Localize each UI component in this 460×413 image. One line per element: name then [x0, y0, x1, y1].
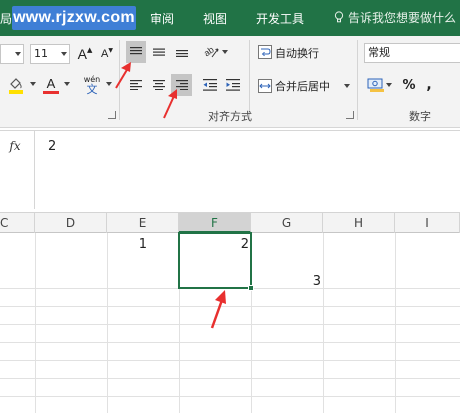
site-watermark: www.rjzxw.com	[12, 6, 136, 30]
font-dialog-launcher[interactable]	[108, 111, 116, 119]
column-header-d[interactable]: D	[35, 213, 107, 233]
gridline	[395, 233, 396, 413]
number-format-combo[interactable]: 常规	[364, 43, 460, 63]
chevron-down-icon[interactable]	[64, 82, 70, 86]
cell-g2[interactable]: 3	[251, 274, 321, 289]
column-header-g[interactable]: G	[251, 213, 323, 233]
grow-font-button[interactable]: A ▲	[76, 44, 94, 64]
column-header-e[interactable]: E	[107, 213, 179, 233]
shrink-font-label: A	[101, 48, 109, 60]
merge-center-icon-wrap[interactable]	[256, 76, 274, 96]
accounting-format-button[interactable]	[364, 74, 394, 96]
top-align-icon	[130, 47, 142, 55]
column-header-h[interactable]: H	[323, 213, 395, 233]
group-separator	[119, 40, 120, 120]
merge-center-button[interactable]: 合并后居中	[275, 78, 330, 94]
tab-page-layout-partial[interactable]: 局	[0, 10, 12, 27]
comma-style-button[interactable]: ,	[422, 74, 436, 96]
chevron-down-icon	[385, 83, 392, 87]
align-center-button[interactable]	[149, 74, 169, 96]
active-cell-selection[interactable]	[178, 232, 252, 289]
middle-align-icon	[153, 48, 165, 56]
caret-down-icon: ▼	[108, 46, 113, 54]
group-separator	[357, 40, 358, 120]
gridline	[35, 233, 36, 413]
fill-color-button[interactable]	[4, 74, 28, 96]
currency-icon	[367, 78, 384, 92]
chevron-down-icon[interactable]	[344, 84, 350, 88]
caret-up-icon: ▲	[86, 46, 93, 54]
increase-indent-icon	[226, 79, 240, 91]
merge-center-icon	[258, 79, 272, 93]
gridline	[0, 378, 460, 379]
align-right-button[interactable]	[171, 74, 192, 96]
wrap-text-button[interactable]: 自动换行	[275, 45, 319, 61]
align-right-icon	[175, 80, 188, 90]
increase-indent-button[interactable]	[223, 74, 243, 96]
tab-view[interactable]: 视图	[203, 10, 227, 27]
worksheet-grid[interactable]: C D E F G H I 1 2 3	[0, 212, 460, 413]
phonetic-bottom: 文	[86, 82, 98, 96]
grow-font-label: A	[77, 46, 87, 62]
column-header-c[interactable]: C	[0, 213, 35, 233]
formula-bar-divider	[34, 131, 35, 209]
column-header-row: C D E F G H I	[0, 213, 460, 233]
chevron-down-icon[interactable]	[106, 82, 112, 86]
top-align-button[interactable]	[126, 41, 146, 63]
column-header-i[interactable]: I	[395, 213, 460, 233]
paint-bucket-icon	[9, 78, 23, 94]
font-name-combo[interactable]	[0, 44, 24, 64]
font-color-label: A	[46, 75, 56, 91]
orientation-button[interactable]: ab	[200, 41, 230, 63]
number-format-value: 常规	[368, 46, 390, 59]
formula-bar: fx 2	[0, 130, 460, 209]
svg-text:ab: ab	[202, 44, 216, 58]
phonetic-guide-button[interactable]: wén 文	[80, 72, 104, 98]
middle-align-button[interactable]	[149, 41, 169, 63]
alignment-dialog-launcher[interactable]	[346, 111, 354, 119]
align-left-icon	[130, 80, 142, 90]
gridline	[0, 396, 460, 397]
formula-input[interactable]: 2	[48, 139, 56, 154]
tell-me-search[interactable]: 告诉我您想要做什么	[348, 9, 456, 26]
bottom-align-button[interactable]	[172, 41, 192, 63]
percent-style-button[interactable]: %	[400, 74, 418, 96]
shrink-font-button[interactable]: A ▼	[98, 44, 116, 64]
decrease-indent-icon	[203, 79, 217, 91]
wrap-text-icon	[258, 45, 272, 59]
gridline	[0, 360, 460, 361]
ribbon-tab-bar: 局 www.rjzxw.com 审阅 视图 开发工具 告诉我您想要做什么	[0, 0, 460, 36]
ribbon-home: 11 A ▲ A ▼ A wén 文 ab 自动换行 合并后居中 对齐方式 常规…	[0, 36, 460, 128]
gridline	[107, 233, 108, 413]
decrease-indent-button[interactable]	[200, 74, 220, 96]
comma-label: ,	[426, 77, 432, 93]
align-center-icon	[153, 80, 165, 90]
tab-developer[interactable]: 开发工具	[256, 10, 304, 27]
gridline	[0, 342, 460, 343]
column-header-f[interactable]: F	[179, 213, 251, 233]
wrap-text-icon-wrap[interactable]	[256, 42, 274, 62]
align-left-button[interactable]	[126, 74, 146, 96]
font-color-swatch	[43, 90, 59, 94]
font-size-combo[interactable]: 11	[30, 44, 70, 64]
percent-label: %	[402, 77, 416, 93]
font-size-value: 11	[34, 47, 48, 60]
number-group-label: 数字	[409, 110, 431, 123]
gridline	[0, 306, 460, 307]
chevron-down-icon[interactable]	[30, 82, 36, 86]
gridline	[0, 324, 460, 325]
font-color-button[interactable]: A	[40, 74, 62, 96]
cell-e1[interactable]: 1	[107, 237, 147, 252]
lightbulb-icon	[334, 11, 344, 23]
insert-function-button[interactable]: fx	[0, 135, 30, 157]
chevron-down-icon	[15, 52, 21, 56]
text-orientation-icon: ab	[202, 44, 219, 58]
alignment-group-label: 对齐方式	[208, 110, 252, 123]
tab-review[interactable]: 审阅	[150, 10, 174, 27]
bottom-align-icon	[176, 50, 188, 57]
chevron-down-icon	[61, 52, 67, 56]
gridline	[323, 233, 324, 413]
chevron-down-icon	[222, 50, 228, 54]
fill-handle[interactable]	[248, 285, 254, 291]
